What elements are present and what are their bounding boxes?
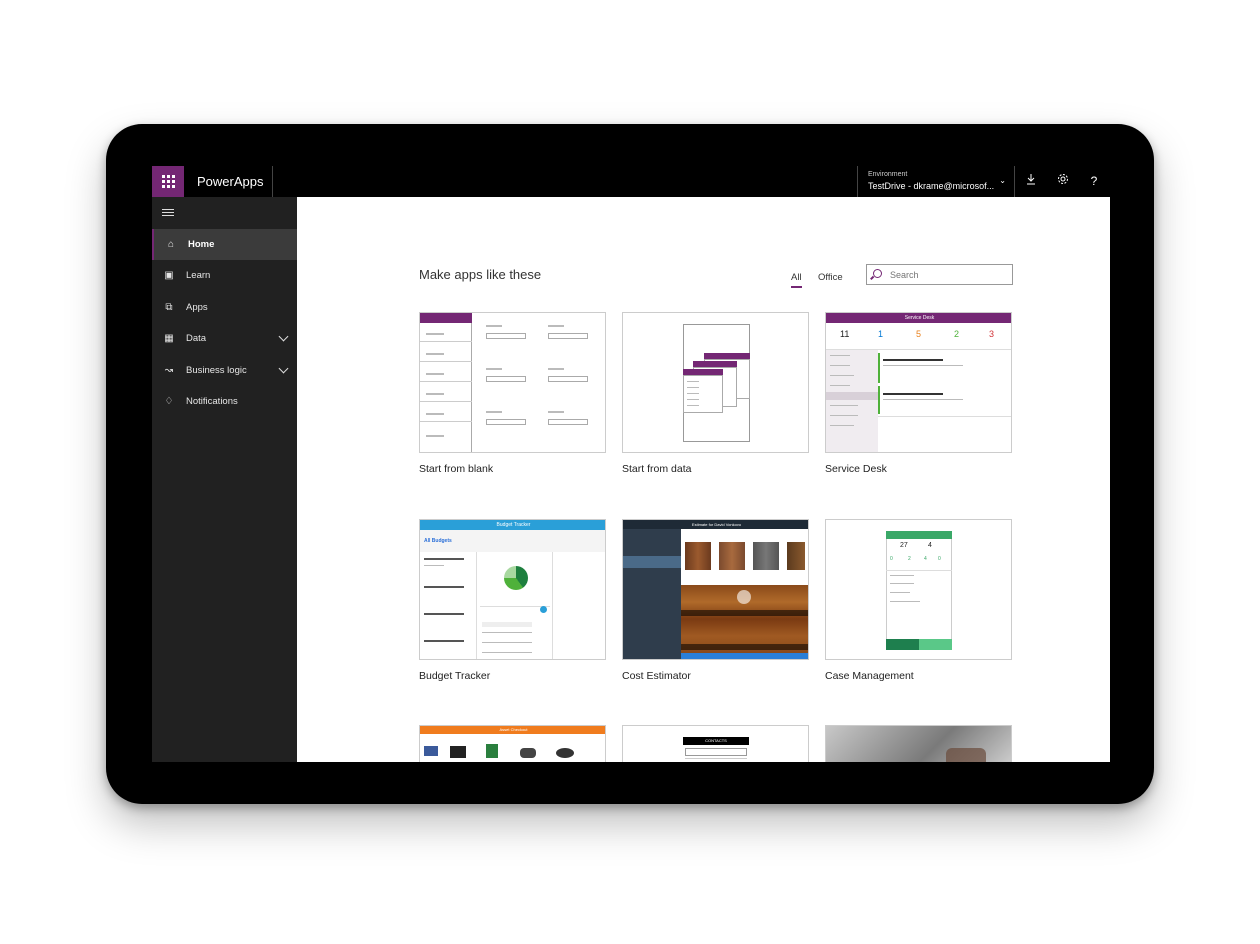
card-thumbnail (419, 312, 606, 453)
apps-icon: ⧉ (165, 302, 173, 313)
sidebar-item-data[interactable]: ▦ Data (152, 323, 297, 354)
app-screen: PowerApps Environment TestDrive - dkrame… (152, 166, 1110, 762)
tab-office[interactable]: Office (818, 272, 843, 283)
template-card-budget-tracker[interactable]: Budget Tracker All Budgets Budget Tracke… (419, 519, 606, 682)
sidebar: ⌂ Home ▣ Learn ⧉ Apps ▦ Data ↝ Business … (152, 197, 297, 762)
template-card-blank[interactable]: Start from blank (419, 312, 606, 475)
search-box[interactable] (866, 264, 1013, 285)
sidebar-item-learn[interactable]: ▣ Learn (152, 260, 297, 291)
flow-icon: ↝ (164, 365, 174, 376)
card-title: Start from data (622, 463, 692, 475)
sidebar-item-home[interactable]: ⌂ Home (152, 229, 297, 260)
settings-icon[interactable] (1055, 173, 1071, 189)
waffle-icon[interactable] (152, 166, 184, 197)
tab-all[interactable]: All (791, 272, 802, 288)
hamburger-icon[interactable] (162, 209, 174, 218)
sidebar-item-label: Apps (186, 302, 208, 313)
search-icon (873, 269, 882, 278)
top-bar: PowerApps Environment TestDrive - dkrame… (152, 166, 1110, 197)
table-icon: ▦ (164, 333, 174, 344)
sidebar-item-label: Data (186, 333, 207, 344)
sidebar-item-label: Home (188, 239, 215, 250)
divider (272, 166, 273, 197)
card-thumbnail: CONTACTS (622, 725, 809, 762)
template-card-cost-estimator[interactable]: Estimate for David Vonkovo Cost Estimato… (622, 519, 809, 682)
template-card-data[interactable]: Start from data (622, 312, 809, 475)
sidebar-item-label: Notifications (186, 396, 238, 407)
sidebar-item-business-logic[interactable]: ↝ Business logic (152, 355, 297, 386)
card-thumbnail: 27 4 0 2 4 0 (825, 519, 1012, 660)
card-title: Start from blank (419, 463, 494, 475)
download-icon[interactable] (1023, 173, 1039, 189)
template-card-asset-checkout[interactable]: Asset Checkout (419, 725, 606, 762)
help-icon[interactable]: ? (1086, 173, 1102, 189)
sidebar-item-apps[interactable]: ⧉ Apps (152, 292, 297, 323)
sidebar-item-label: Learn (186, 270, 211, 281)
card-thumbnail: Asset Checkout (419, 725, 606, 762)
environment-value: TestDrive - dkrame@microsof... (868, 181, 995, 191)
chevron-down-icon[interactable] (278, 331, 289, 342)
book-icon: ▣ (164, 270, 174, 281)
card-thumbnail: Budget Tracker All Budgets (419, 519, 606, 660)
template-card-case-management[interactable]: 27 4 0 2 4 0 Case Management (825, 519, 1012, 682)
home-icon: ⌂ (167, 239, 175, 250)
card-title: Case Management (825, 670, 914, 682)
main-content: Make apps like these All Office Search S… (297, 197, 1110, 762)
environment-label: Environment (868, 171, 908, 178)
card-thumbnail (825, 725, 1012, 762)
sidebar-item-notifications[interactable]: ♢ Notifications (152, 386, 297, 417)
template-card-photo[interactable] (825, 725, 1012, 762)
chevron-down-icon[interactable] (278, 363, 289, 374)
bell-icon: ♢ (164, 396, 174, 407)
card-thumbnail: Estimate for David Vonkovo (622, 519, 809, 660)
page-title: Make apps like these (419, 267, 542, 282)
card-title: Budget Tracker (419, 670, 491, 682)
card-thumbnail: Service Desk 11 1 5 2 3 (825, 312, 1012, 453)
card-title: Service Desk (825, 463, 887, 475)
app-name[interactable]: PowerApps (197, 174, 263, 189)
template-card-service-desk[interactable]: Service Desk 11 1 5 2 3 Service Desk (825, 312, 1012, 475)
chevron-down-icon: ⌄ (999, 176, 1006, 185)
template-card-contacts[interactable]: CONTACTS (622, 725, 809, 762)
sidebar-item-label: Business logic (186, 365, 247, 376)
card-thumbnail (622, 312, 809, 453)
card-title: Cost Estimator (622, 670, 691, 682)
search-input[interactable] (890, 268, 1008, 282)
environment-picker[interactable]: Environment TestDrive - dkrame@microsof.… (857, 166, 1015, 197)
